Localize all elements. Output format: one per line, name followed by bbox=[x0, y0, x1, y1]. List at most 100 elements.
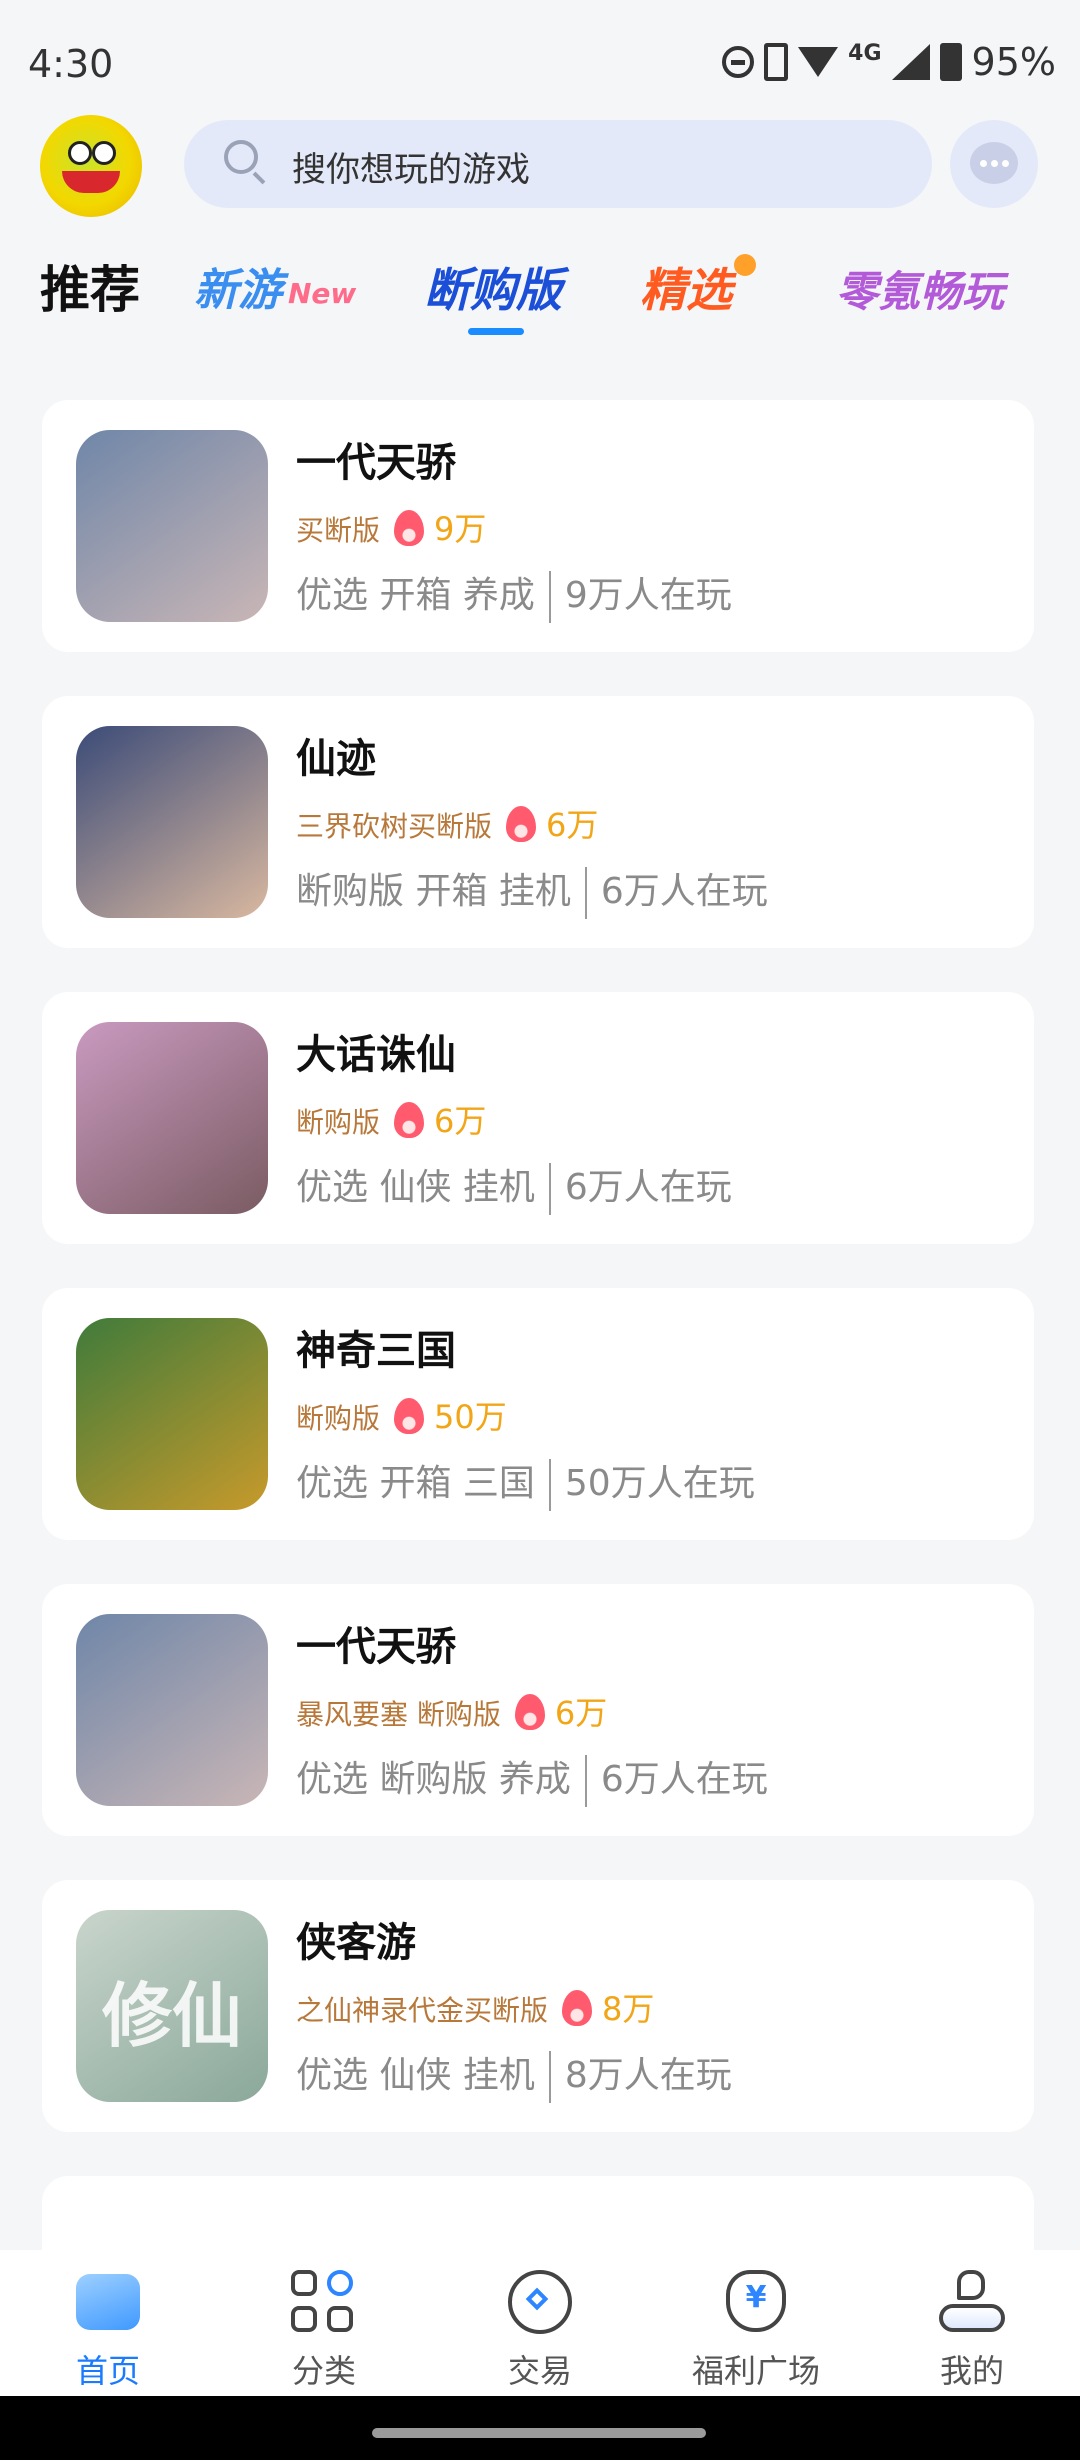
game-card[interactable]: 神奇三国 断购版 50万 优选 开箱 三国 50万人在玩 bbox=[42, 1288, 1034, 1540]
game-title: 一代天骄 bbox=[296, 1624, 456, 1670]
flame-icon bbox=[394, 1102, 425, 1138]
tab-new-games[interactable]: 新游 New bbox=[194, 254, 356, 344]
game-tags-line: 优选 开箱 养成 bbox=[296, 575, 535, 616]
avatar-eye bbox=[68, 141, 92, 165]
game-card[interactable]: 仙迹 三界砍树买断版 6万 断购版 开箱 挂机 6万人在玩 bbox=[42, 696, 1034, 948]
game-tags-line: 优选 仙侠 挂机 bbox=[296, 1167, 535, 1208]
game-tags-line: 优选 开箱 三国 bbox=[296, 1463, 535, 1504]
game-hot: 50万 bbox=[434, 1398, 507, 1436]
game-hot: 9万 bbox=[434, 510, 487, 548]
game-title: 大话诛仙 bbox=[296, 1032, 456, 1078]
nav-label: 我的 bbox=[939, 2352, 1004, 2390]
nav-category[interactable]: 分类 bbox=[244, 2264, 404, 2394]
game-tags-line: 优选 断购版 养成 bbox=[296, 1759, 571, 1800]
game-tag: 之仙神录代金买断版 8万 bbox=[296, 1984, 654, 2030]
search-input[interactable]: 搜你想玩的游戏 bbox=[184, 120, 932, 208]
nav-welfare[interactable]: ¥ 福利广场 bbox=[676, 2264, 836, 2394]
game-tag-text: 之仙神录代金买断版 bbox=[296, 1994, 549, 2027]
tab-featured-label: 精选 bbox=[640, 263, 732, 317]
system-nav-bar bbox=[0, 2396, 1080, 2460]
do-not-disturb-icon bbox=[722, 46, 755, 78]
thumbnail-logo: 修仙 bbox=[102, 1975, 242, 2057]
divider bbox=[584, 867, 587, 919]
game-tag-text: 暴风要塞 断购版 bbox=[296, 1698, 501, 1731]
home-gesture-bar[interactable] bbox=[372, 2428, 706, 2438]
network-type: 4G bbox=[848, 40, 882, 66]
status-bar: 4:30 4G 95% bbox=[0, 0, 1080, 120]
game-tag-text: 断购版 bbox=[296, 1402, 381, 1435]
game-thumbnail bbox=[76, 1022, 268, 1214]
game-tag-text: 断购版 bbox=[296, 1106, 381, 1139]
game-thumbnail bbox=[76, 1614, 268, 1806]
game-meta: 优选 开箱 养成 9万人在玩 bbox=[296, 566, 732, 623]
game-title: 仙迹 bbox=[296, 736, 376, 782]
game-meta: 断购版 开箱 挂机 6万人在玩 bbox=[296, 862, 768, 919]
divider bbox=[548, 1163, 551, 1215]
nav-label: 分类 bbox=[291, 2352, 356, 2390]
divider bbox=[548, 571, 551, 623]
game-tag: 断购版 6万 bbox=[296, 1096, 486, 1142]
search-icon bbox=[224, 140, 258, 174]
game-thumbnail bbox=[76, 430, 268, 622]
game-hot: 6万 bbox=[554, 1694, 608, 1732]
divider bbox=[548, 1459, 551, 1511]
game-meta: 优选 断购版 养成 6万人在玩 bbox=[296, 1750, 768, 1807]
game-tags-line: 断购版 开箱 挂机 bbox=[296, 871, 571, 912]
game-thumbnail bbox=[76, 726, 268, 918]
game-players: 50万人在玩 bbox=[564, 1463, 755, 1504]
game-card[interactable]: 大话诛仙 断购版 6万 优选 仙侠 挂机 6万人在玩 bbox=[42, 992, 1034, 1244]
game-card[interactable]: 修仙 侠客游 之仙神录代金买断版 8万 优选 仙侠 挂机 8万人在玩 bbox=[42, 1880, 1034, 2132]
game-hot: 8万 bbox=[602, 1990, 655, 2028]
tab-featured[interactable]: 精选 bbox=[640, 254, 756, 344]
game-card-partial[interactable] bbox=[42, 2176, 1034, 2256]
status-time: 4:30 bbox=[28, 42, 114, 86]
flame-icon bbox=[562, 1990, 593, 2026]
game-card[interactable]: 一代天骄 买断版 9万 优选 开箱 养成 9万人在玩 bbox=[42, 400, 1034, 652]
game-players: 6万人在玩 bbox=[564, 1167, 732, 1208]
game-card[interactable]: 一代天骄 暴风要塞 断购版 6万 优选 断购版 养成 6万人在玩 bbox=[42, 1584, 1034, 1836]
sim-icon bbox=[764, 43, 789, 81]
game-hot: 6万 bbox=[546, 806, 599, 844]
wifi-icon bbox=[798, 47, 839, 77]
signal-icon bbox=[891, 44, 930, 80]
game-title: 神奇三国 bbox=[296, 1328, 456, 1374]
status-icons: 4G 95% bbox=[722, 40, 1056, 84]
search-placeholder: 搜你想玩的游戏 bbox=[292, 150, 530, 190]
message-button[interactable] bbox=[950, 120, 1038, 208]
profile-icon bbox=[939, 2270, 1005, 2334]
game-players: 8万人在玩 bbox=[564, 2055, 732, 2096]
category-tabs: 推荐 新游 New 断购版 精选 零氪畅玩 bbox=[0, 240, 1080, 340]
avatar[interactable] bbox=[40, 115, 142, 217]
nav-label: 福利广场 bbox=[691, 2352, 820, 2390]
category-icon bbox=[291, 2270, 357, 2334]
nav-label: 交易 bbox=[507, 2352, 572, 2390]
game-players: 6万人在玩 bbox=[600, 1759, 768, 1800]
nav-home[interactable]: 首页 bbox=[28, 2264, 188, 2394]
new-badge: New bbox=[288, 276, 357, 310]
tab-recommend[interactable]: 推荐 bbox=[40, 250, 140, 340]
divider bbox=[548, 2051, 551, 2103]
game-thumbnail bbox=[76, 1318, 268, 1510]
nav-profile[interactable]: 我的 bbox=[892, 2264, 1052, 2394]
avatar-mouth bbox=[62, 171, 120, 193]
tab-free-play[interactable]: 零氪畅玩 bbox=[836, 258, 1004, 348]
game-tag-text: 三界砍树买断版 bbox=[296, 810, 493, 843]
game-tag: 断购版 50万 bbox=[296, 1392, 507, 1438]
welfare-icon: ¥ bbox=[726, 2270, 786, 2332]
game-tag: 买断版 9万 bbox=[296, 504, 486, 550]
active-tab-indicator bbox=[468, 328, 524, 335]
home-icon bbox=[76, 2274, 140, 2330]
nav-trade[interactable]: 交易 bbox=[460, 2264, 620, 2394]
featured-badge-icon bbox=[734, 254, 756, 276]
flame-icon bbox=[394, 1398, 425, 1434]
game-hot: 6万 bbox=[434, 1102, 487, 1140]
header: 搜你想玩的游戏 bbox=[0, 110, 1080, 220]
trade-icon bbox=[508, 2270, 572, 2334]
bottom-nav: 首页 分类 交易 ¥ 福利广场 我的 bbox=[0, 2250, 1080, 2396]
divider bbox=[584, 1755, 587, 1807]
game-tag: 三界砍树买断版 6万 bbox=[296, 800, 598, 846]
game-meta: 优选 仙侠 挂机 6万人在玩 bbox=[296, 1158, 732, 1215]
avatar-eye bbox=[92, 141, 116, 165]
game-meta: 优选 仙侠 挂机 8万人在玩 bbox=[296, 2046, 732, 2103]
game-players: 6万人在玩 bbox=[600, 871, 768, 912]
